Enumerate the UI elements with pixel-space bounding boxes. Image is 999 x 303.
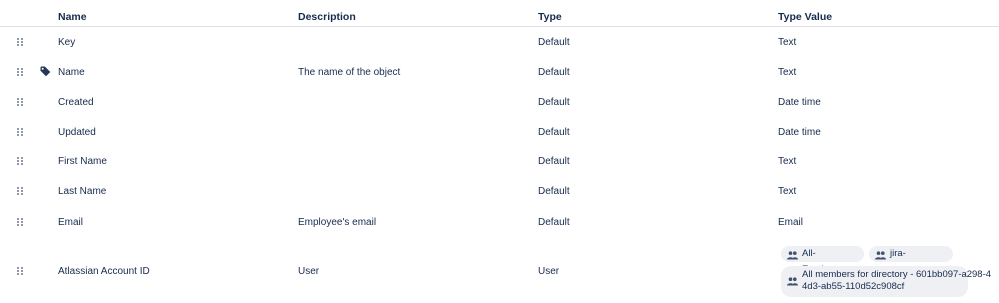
attribute-name[interactable]: First Name <box>58 156 107 167</box>
column-header-description[interactable]: Description <box>298 11 356 23</box>
attribute-name[interactable]: Updated <box>58 127 96 138</box>
attribute-type-value: Email <box>778 217 804 228</box>
group-pill[interactable]: All-Employees <box>781 246 864 275</box>
drag-handle-icon[interactable] <box>17 157 25 166</box>
table-row[interactable]: First Name Default Text <box>0 147 999 177</box>
attribute-name[interactable]: Key <box>58 37 75 48</box>
attribute-name[interactable]: Name <box>58 67 85 78</box>
drag-handle-icon[interactable] <box>17 128 25 137</box>
attributes-table: Name Description Type Type Value Key Def… <box>0 0 999 303</box>
attribute-type-value: Text <box>778 156 797 167</box>
drag-handle-icon[interactable] <box>17 218 25 227</box>
attribute-type-value: Date time <box>778 97 821 108</box>
attribute-name[interactable]: Created <box>58 97 94 108</box>
table-row[interactable]: Atlassian Account ID User User All-Emplo… <box>0 240 999 303</box>
attribute-type: Default <box>538 186 570 197</box>
group-label: All members for directory - 601bb097-a29… <box>802 269 992 280</box>
table-row[interactable]: Name The name of the object Default Text <box>0 57 999 87</box>
attribute-type-value: Text <box>778 67 797 78</box>
attribute-type: Default <box>538 156 570 167</box>
table-row[interactable]: Key Default Text <box>0 27 999 57</box>
column-header-type[interactable]: Type <box>538 11 562 23</box>
table-row[interactable]: Updated Default Date time <box>0 117 999 147</box>
attribute-name[interactable]: Atlassian Account ID <box>58 266 150 277</box>
attribute-type-value: Text <box>778 186 797 197</box>
attribute-type: Default <box>538 127 570 138</box>
table-row[interactable]: Created Default Date time <box>0 87 999 117</box>
drag-handle-icon[interactable] <box>17 98 25 107</box>
attribute-name[interactable]: Email <box>58 217 83 228</box>
group-pill[interactable]: jira-contractor <box>869 246 953 275</box>
attribute-type: Default <box>538 67 570 78</box>
attribute-description: User <box>298 266 320 277</box>
table-row[interactable]: Email Employee's email Default Email <box>0 207 999 237</box>
column-header-type-value[interactable]: Type Value <box>778 11 832 23</box>
drag-handle-icon[interactable] <box>17 38 25 47</box>
attribute-type: User <box>538 266 560 277</box>
attribute-type: Default <box>538 37 570 48</box>
attribute-type-value: Text <box>778 37 797 48</box>
drag-handle-icon[interactable] <box>17 267 25 276</box>
table-header: Name Description Type Type Value <box>0 0 999 27</box>
attribute-type-value: Date time <box>778 127 821 138</box>
table-row[interactable]: Last Name Default Text <box>0 177 999 207</box>
drag-handle-icon[interactable] <box>17 187 25 196</box>
attribute-type: Default <box>538 217 570 228</box>
group-label-continued: 4d3-ab55-110d52c908cf <box>802 281 905 292</box>
column-header-name[interactable]: Name <box>58 11 87 23</box>
group-pill[interactable]: All members for directory - 601bb097-a29… <box>781 266 992 297</box>
drag-handle-icon[interactable] <box>17 68 25 77</box>
attribute-type: Default <box>538 97 570 108</box>
attribute-name[interactable]: Last Name <box>58 186 106 197</box>
group-icon <box>787 277 798 286</box>
attribute-description: Employee's email <box>298 217 377 228</box>
attribute-description: The name of the object <box>298 67 401 78</box>
group-icon <box>787 250 798 260</box>
tag-icon <box>40 66 51 77</box>
group-icon <box>875 250 886 260</box>
